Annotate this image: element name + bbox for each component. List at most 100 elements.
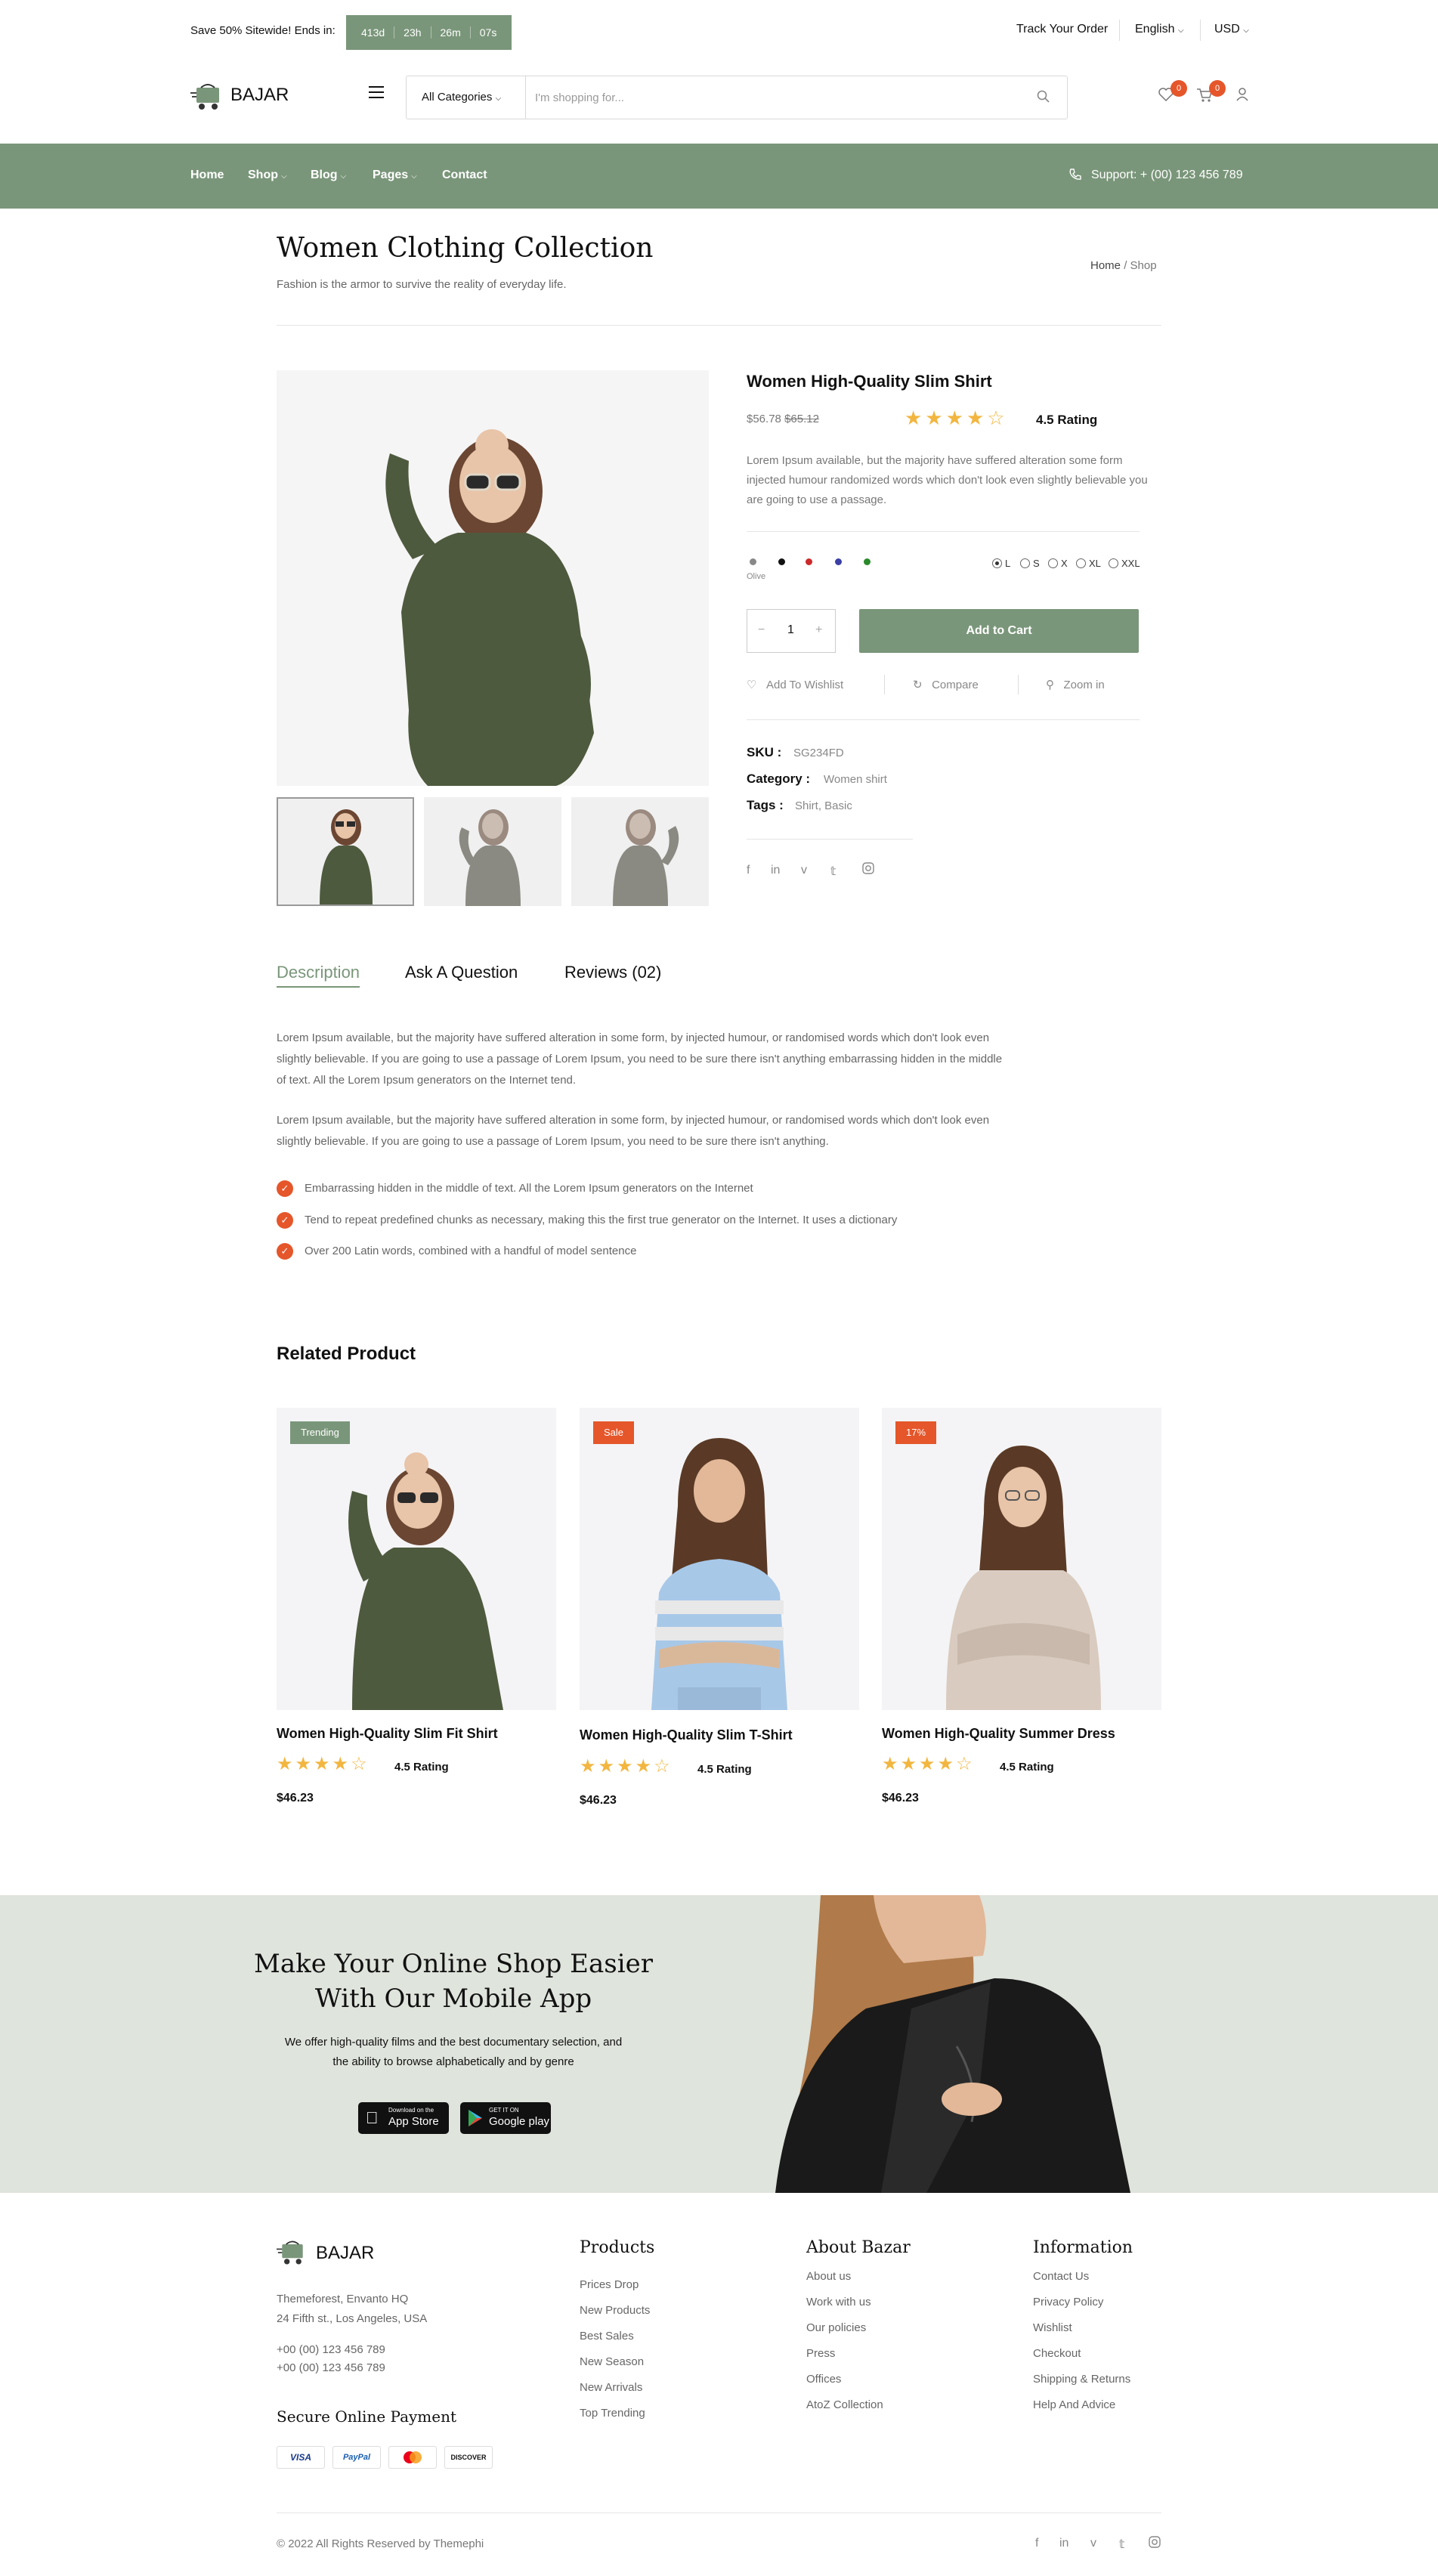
divider [747,531,1140,532]
instagram-icon[interactable] [1149,2536,1161,2552]
footer-link[interactable]: AtoZ Collection [806,2398,883,2411]
footer-link[interactable]: Work with us [806,2296,871,2309]
phone-line[interactable]: +00 (00) 123 456 789 [277,2359,385,2377]
main-nav: Home Shop ⌵ Blog ⌵ Pages ⌵ Contact Support:… [0,144,1438,209]
twitter-icon[interactable]: 𝕥 [830,864,836,879]
menu-icon[interactable] [369,86,384,98]
nav-contact[interactable]: Contact [442,169,487,182]
footer-logo-text[interactable]: BAJAR [316,2243,374,2264]
feature-item: Embarrassing hidden in the middle of tex… [305,1182,753,1195]
product-card-image[interactable]: Sale [580,1408,859,1710]
footer-link[interactable]: Press [806,2347,835,2360]
tags-value[interactable]: Shirt, Basic [795,799,852,812]
search-icon[interactable] [1037,90,1050,107]
size-option-xxl[interactable]: XXL [1109,558,1140,569]
vimeo-icon[interactable]: v [1090,2537,1096,2550]
twitter-icon[interactable]: 𝕥 [1119,2537,1124,2552]
discover-icon: DISCOVER [444,2446,493,2469]
product-card-stars: ★ ★ ★ ★ ☆ [882,1753,975,1775]
language-select[interactable]: English ⌵ [1135,23,1184,36]
size-option-s[interactable]: S [1020,558,1040,569]
quantity-value[interactable]: 1 [787,623,794,637]
footer-link[interactable]: Checkout [1033,2347,1081,2360]
footer-link[interactable]: Wishlist [1033,2321,1072,2334]
category-select[interactable]: All Categories ⌵ [407,76,526,119]
nav-home[interactable]: Home [190,169,224,182]
nav-shop[interactable]: Shop ⌵ [248,169,287,182]
divider [1018,675,1019,694]
color-swatch-black[interactable] [778,558,785,565]
countdown-minutes: 26m [431,26,471,39]
radio-icon [1048,558,1058,568]
footer-link[interactable]: Prices Drop [580,2278,639,2291]
footer-link[interactable]: Shipping & Returns [1033,2373,1130,2386]
product-main-image[interactable] [277,370,709,786]
vimeo-icon[interactable]: v [801,864,807,877]
color-swatch-green[interactable] [864,558,871,565]
star-outline-icon: ☆ [956,1754,973,1774]
product-thumbnail[interactable] [571,797,709,906]
product-card-title[interactable]: Women High-Quality Slim Fit Shirt [277,1726,498,1742]
star-icon: ★ [617,1756,633,1777]
product-thumbnail[interactable] [424,797,561,906]
product-title: Women High-Quality Slim Shirt [747,372,992,391]
footer-link[interactable]: Privacy Policy [1033,2296,1103,2309]
tab-description[interactable]: Description [277,963,360,982]
user-icon[interactable] [1236,88,1248,105]
search-input[interactable] [535,82,988,113]
footer-link[interactable]: New Arrivals [580,2381,642,2394]
phone-line[interactable]: +00 (00) 123 456 789 [277,2341,385,2359]
google-play-button[interactable]: GET IT ON Google play [460,2102,551,2134]
nav-pages[interactable]: Pages ⌵ [373,169,417,182]
product-card-title[interactable]: Women High-Quality Slim T-Shirt [580,1727,793,1743]
support-phone[interactable]: Support: + (00) 123 456 789 [1091,169,1243,182]
add-to-cart-button[interactable]: Add to Cart [859,609,1139,653]
footer-link[interactable]: New Products [580,2304,650,2317]
star-icon: ★ [635,1756,652,1777]
product-card-rating: 4.5 Rating [394,1761,449,1774]
tab-reviews[interactable]: Reviews (02) [564,963,661,982]
size-option-x[interactable]: X [1048,558,1068,569]
add-to-wishlist-link[interactable]: ♡ Add To Wishlist [747,678,843,691]
app-store-button[interactable]:  Download on the App Store [358,2102,449,2134]
track-order-link[interactable]: Track Your Order [1016,23,1108,36]
category-value[interactable]: Women shirt [824,773,887,786]
color-swatch-red[interactable] [806,558,812,565]
breadcrumb-home[interactable]: Home [1090,259,1121,272]
zoom-in-link[interactable]: ⚲ Zoom in [1046,678,1105,691]
facebook-icon[interactable]: f [1035,2537,1038,2550]
size-option-xl[interactable]: XL [1076,558,1101,569]
size-option-l[interactable]: L [992,558,1010,569]
linkedin-icon[interactable]: in [1059,2537,1068,2550]
logo-icon[interactable] [190,82,225,112]
color-swatch-blue[interactable] [835,558,842,565]
footer-link[interactable]: About us [806,2270,851,2283]
footer-link[interactable]: Offices [806,2373,841,2386]
minus-icon[interactable]: − [758,623,765,637]
footer-link[interactable]: Our policies [806,2321,866,2334]
product-card-title[interactable]: Women High-Quality Summer Dress [882,1726,1115,1742]
plus-icon[interactable]: + [815,623,822,637]
tab-ask-question[interactable]: Ask A Question [405,963,518,982]
product-card-image[interactable]: 17% [882,1408,1161,1710]
wishlist-label: Add To Wishlist [765,679,844,691]
logo-text[interactable]: BAJAR [230,85,289,106]
facebook-icon[interactable]: f [747,864,750,877]
star-icon: ★ [905,407,923,429]
color-swatch-grey[interactable] [750,558,756,565]
star-icon: ★ [919,1754,935,1774]
footer-logo-icon[interactable] [277,2238,308,2267]
footer-link[interactable]: New Season [580,2355,644,2368]
star-icon: ★ [314,1754,330,1774]
product-card-image[interactable]: Trending [277,1408,556,1710]
instagram-icon[interactable] [862,862,874,878]
product-thumbnail[interactable] [277,797,414,906]
linkedin-icon[interactable]: in [771,864,780,877]
footer-link[interactable]: Best Sales [580,2330,634,2343]
currency-select[interactable]: USD ⌵ [1214,23,1249,36]
footer-link[interactable]: Top Trending [580,2407,645,2420]
compare-link[interactable]: ↻ Compare [913,678,979,691]
footer-link[interactable]: Help And Advice [1033,2398,1115,2411]
nav-blog[interactable]: Blog ⌵ [311,169,346,182]
footer-link[interactable]: Contact Us [1033,2270,1089,2283]
